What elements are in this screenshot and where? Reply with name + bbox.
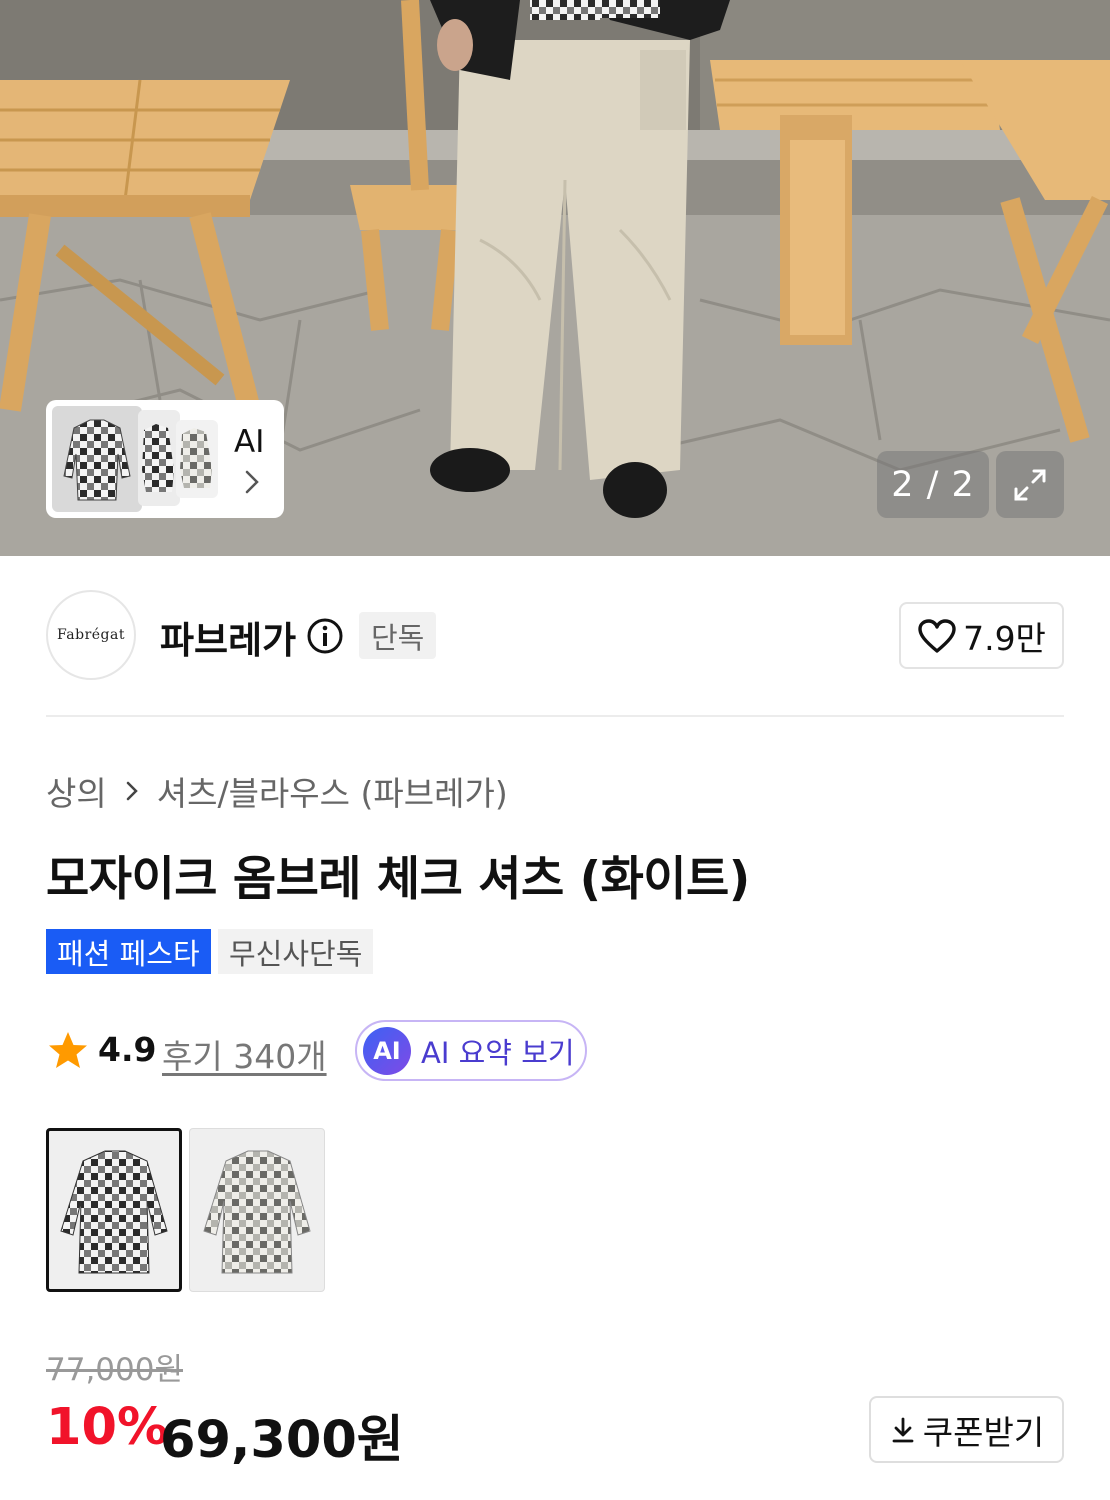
info-icon[interactable]	[306, 617, 344, 655]
breadcrumb-subcategory[interactable]: 셔츠/블라우스 (파브레가)	[157, 767, 508, 815]
breadcrumb: 상의 셔츠/블라우스 (파브레가)	[46, 767, 508, 815]
coupon-download-button[interactable]: 쿠폰받기	[869, 1396, 1064, 1463]
ai-similar-thumbnail	[138, 410, 180, 506]
rating-score: 4.9	[98, 1030, 157, 1069]
chevron-right-icon	[245, 470, 259, 494]
ai-similar-thumbnail	[52, 406, 142, 512]
chevron-right-icon	[126, 781, 138, 801]
product-image-gallery[interactable]: AI 2 / 2	[0, 0, 1110, 556]
image-page-counter: 2 / 2	[877, 451, 989, 518]
reviews-link[interactable]: 후기 340개	[162, 1030, 327, 1078]
ai-summary-label: AI 요약 보기	[421, 1035, 575, 1070]
expand-image-button[interactable]	[996, 451, 1064, 518]
ai-similar-card[interactable]: AI	[46, 400, 284, 518]
brand-exclusive-tag: 단독	[359, 612, 437, 659]
musinsa-exclusive-badge: 무신사단독	[218, 929, 374, 974]
original-price: 77,000원	[46, 1352, 183, 1388]
expand-icon	[1014, 469, 1046, 500]
like-button[interactable]: 7.9만	[899, 602, 1064, 669]
brand-logo[interactable]: Fabrégat	[46, 590, 136, 680]
color-option-swatch-selected[interactable]	[46, 1128, 182, 1292]
ai-similar-label: AI	[234, 424, 265, 460]
heart-icon	[918, 618, 956, 653]
download-icon	[892, 1417, 914, 1442]
ai-icon: AI	[363, 1026, 411, 1075]
like-count: 7.9만	[963, 618, 1046, 658]
coupon-label: 쿠폰받기	[922, 1412, 1045, 1452]
ai-similar-thumbnail	[176, 420, 218, 498]
product-title: 모자이크 옴브레 체크 셔츠 (화이트)	[46, 852, 750, 907]
brand-name[interactable]: 파브레가	[160, 610, 296, 664]
brand-logo-text: Fabrégat	[57, 627, 125, 643]
color-option-swatch[interactable]	[189, 1128, 325, 1292]
discount-rate: 10%	[46, 1398, 169, 1457]
sale-price: 69,300원	[160, 1411, 404, 1470]
divider	[46, 715, 1064, 717]
star-icon	[49, 1032, 87, 1068]
breadcrumb-category[interactable]: 상의	[46, 767, 107, 815]
fashion-festa-badge: 패션 페스타	[46, 929, 211, 974]
ai-summary-button[interactable]: AI AI 요약 보기	[355, 1020, 587, 1081]
